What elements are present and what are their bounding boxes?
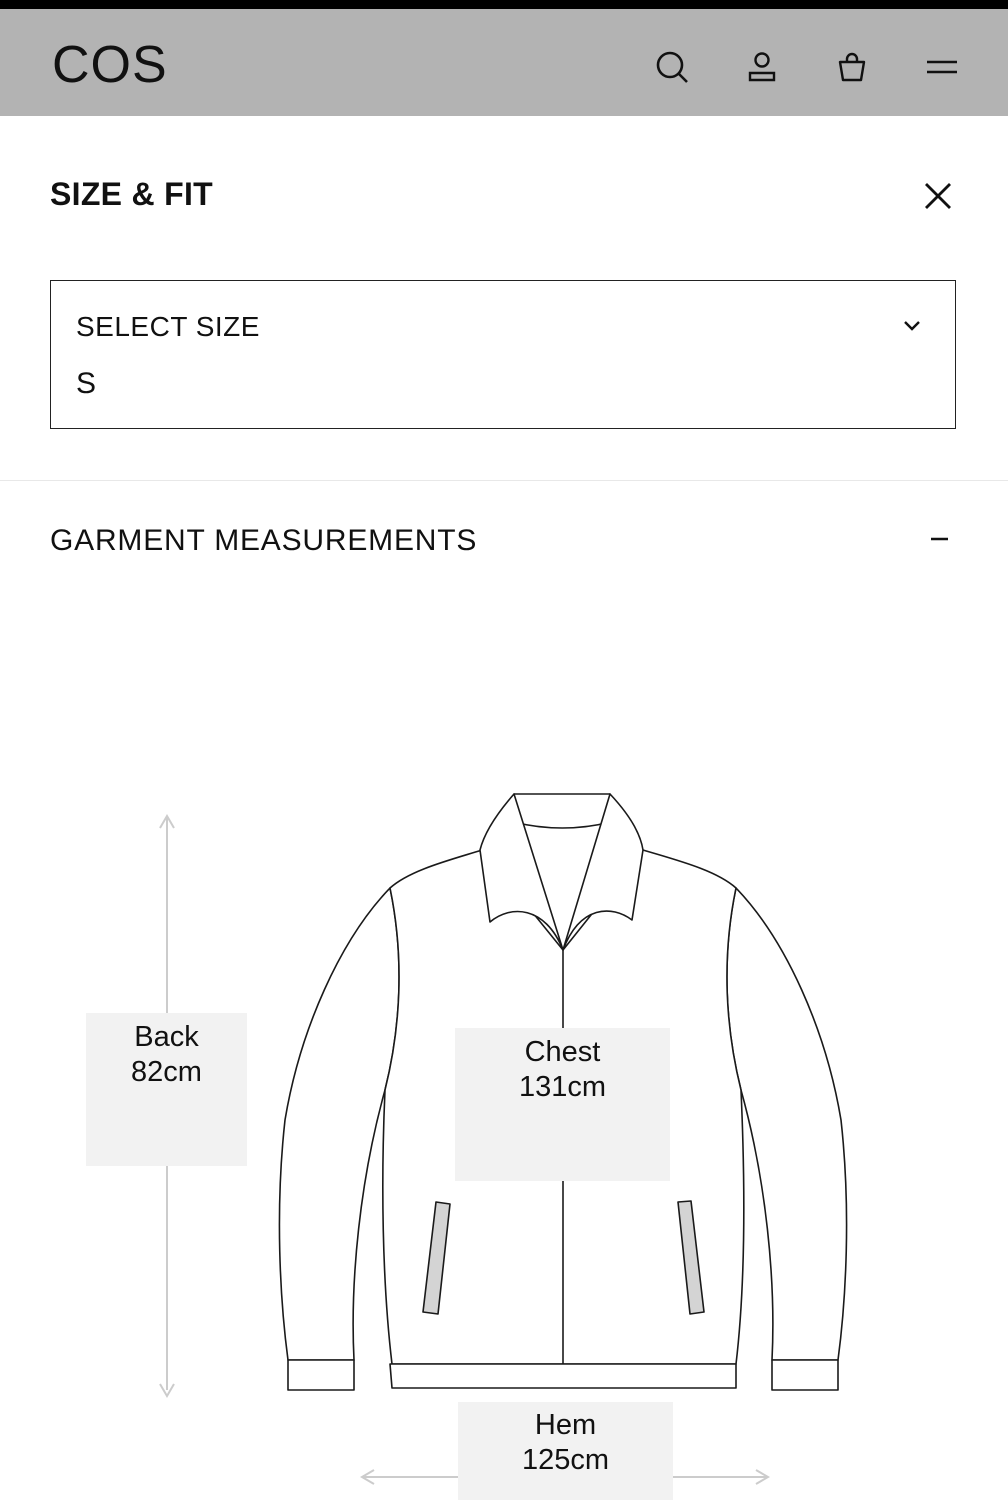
garment-diagram: Back 82cm Chest 131cm Hem 125cm [0,760,1008,1500]
search-icon[interactable] [652,47,692,87]
back-measurement-label: Back [134,1021,199,1053]
back-measurement: Back 82cm [86,1013,247,1166]
menu-icon[interactable] [922,47,962,87]
chest-measurement: Chest 131cm [455,1028,670,1181]
cos-logo[interactable]: COS [52,39,168,91]
section-divider [0,480,1008,481]
status-strip [0,0,1008,9]
size-select[interactable]: SELECT SIZE S [50,280,956,429]
hem-measurement-label: Hem [534,1409,597,1441]
size-select-label: SELECT SIZE [76,311,260,342]
hem-measurement-value: 125cm [521,1444,610,1476]
back-measurement-value: 82cm [131,1056,202,1088]
panel-title: SIZE & FIT [50,176,213,212]
account-icon[interactable] [742,47,782,87]
shopping-bag-icon[interactable] [832,47,872,87]
chest-measurement-label: Chest [524,1036,601,1068]
garment-measurements-title[interactable]: GARMENT MEASUREMENTS [50,524,477,558]
chest-measurement-value: 131cm [518,1071,607,1103]
hem-measurement: Hem 125cm [458,1402,673,1500]
collapse-minus-icon[interactable] [920,524,960,558]
site-header: COS [0,9,1008,116]
close-icon[interactable] [918,176,958,216]
chevron-down-icon [904,321,920,331]
size-select-value: S [76,367,97,400]
